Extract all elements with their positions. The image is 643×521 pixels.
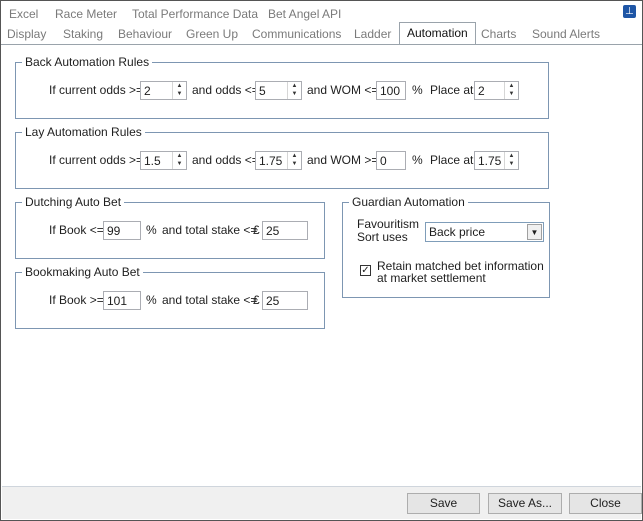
bookmaking-title: Bookmaking Auto Bet — [22, 265, 143, 279]
sort-uses-value: Back price — [429, 225, 486, 239]
tab-behaviour[interactable]: Behaviour — [118, 27, 172, 41]
dutching-title: Dutching Auto Bet — [22, 195, 125, 209]
back-wom-percent: % — [412, 83, 423, 97]
dutching-stake-label: and total stake <= — [162, 223, 258, 237]
lay-odds-label: and odds <= — [192, 153, 259, 167]
bookmaking-stake-label: and total stake <= — [162, 293, 258, 307]
chevron-down-icon[interactable]: ▼ — [527, 224, 542, 240]
tab-bet-angel-api[interactable]: Bet Angel API — [268, 7, 341, 21]
bookmaking-group: Bookmaking Auto Bet If Book >= 101 % and… — [15, 265, 325, 329]
tab-green-up[interactable]: Green Up — [186, 27, 238, 41]
tab-staking[interactable]: Staking — [63, 27, 103, 41]
tab-excel[interactable]: Excel — [9, 7, 38, 21]
back-odds-spinner[interactable]: 5 ▲ ▼ — [255, 81, 302, 100]
lay-wom-percent: % — [412, 153, 423, 167]
back-place-at-label: Place at — [430, 83, 474, 97]
options-window: ⊥ Excel Race Meter Total Performance Dat… — [0, 0, 643, 521]
sort-uses-select[interactable]: Back price ▼ — [425, 222, 544, 242]
dutching-book-label: If Book <= — [49, 223, 104, 237]
tab-ladder[interactable]: Ladder — [354, 27, 391, 41]
sort-uses-label: Sort uses — [357, 230, 408, 244]
dutching-group: Dutching Auto Bet If Book <= 99 % and to… — [15, 195, 325, 259]
spinner-arrows-icon[interactable]: ▲ ▼ — [172, 82, 186, 99]
dutching-currency: £ — [253, 223, 260, 237]
back-current-odds-label: If current odds >= — [49, 83, 144, 97]
lay-current-odds-spinner[interactable]: 1.5 ▲ ▼ — [140, 151, 187, 170]
bookmaking-book-percent: % — [146, 293, 157, 307]
bookmaking-book-label: If Book >= — [49, 293, 104, 307]
lay-automation-group: Lay Automation Rules If current odds >= … — [15, 125, 549, 189]
save-as-button[interactable]: Save As... — [488, 493, 562, 514]
tab-total-performance-data[interactable]: Total Performance Data — [132, 7, 258, 21]
lay-automation-title: Lay Automation Rules — [22, 125, 145, 139]
tab-charts[interactable]: Charts — [481, 27, 516, 41]
back-automation-group: Back Automation Rules If current odds >=… — [15, 55, 549, 119]
dutching-book-percent: % — [146, 223, 157, 237]
lay-wom-input[interactable]: 0 — [376, 151, 406, 170]
tab-sound-alerts[interactable]: Sound Alerts — [532, 27, 600, 41]
tab-display[interactable]: Display — [7, 27, 46, 41]
guardian-group: Guardian Automation Favouritism Sort use… — [342, 195, 550, 298]
spinner-arrows-icon[interactable]: ▲ ▼ — [287, 82, 301, 99]
back-wom-input[interactable]: 100 — [376, 81, 406, 100]
close-button[interactable]: Close — [569, 493, 642, 514]
save-button[interactable]: Save — [407, 493, 480, 514]
guardian-title: Guardian Automation — [349, 195, 468, 209]
lay-wom-label: and WOM >= — [307, 153, 379, 167]
tab-race-meter[interactable]: Race Meter — [55, 7, 117, 21]
lay-place-at-label: Place at — [430, 153, 474, 167]
pin-icon[interactable]: ⊥ — [623, 5, 636, 18]
favouritism-label: Favouritism — [357, 217, 420, 231]
lay-odds-spinner[interactable]: 1.75 ▲ ▼ — [255, 151, 302, 170]
back-place-spinner[interactable]: 2 ▲ ▼ — [474, 81, 519, 100]
retain-checkbox[interactable]: ✓ — [360, 265, 371, 276]
bookmaking-book-input[interactable]: 101 — [103, 291, 141, 310]
spinner-arrows-icon[interactable]: ▲ ▼ — [504, 82, 518, 99]
back-automation-title: Back Automation Rules — [22, 55, 153, 69]
bookmaking-stake-input[interactable]: 25 — [262, 291, 308, 310]
bookmaking-currency: £ — [253, 293, 260, 307]
button-bar: Save Save As... Close — [2, 486, 642, 519]
tab-divider — [1, 44, 642, 45]
dutching-stake-input[interactable]: 25 — [262, 221, 308, 240]
lay-place-spinner[interactable]: 1.75 ▲ ▼ — [474, 151, 519, 170]
tab-automation[interactable]: Automation — [399, 22, 476, 44]
back-wom-label: and WOM <= — [307, 83, 379, 97]
spinner-arrows-icon[interactable]: ▲ ▼ — [287, 152, 301, 169]
spinner-arrows-icon[interactable]: ▲ ▼ — [172, 152, 186, 169]
back-current-odds-spinner[interactable]: 2 ▲ ▼ — [140, 81, 187, 100]
retain-label-line2: at market settlement — [377, 271, 486, 285]
dutching-book-input[interactable]: 99 — [103, 221, 141, 240]
lay-current-odds-label: If current odds >= — [49, 153, 144, 167]
tab-communications[interactable]: Communications — [252, 27, 341, 41]
back-odds-label: and odds <= — [192, 83, 259, 97]
spinner-arrows-icon[interactable]: ▲ ▼ — [504, 152, 518, 169]
